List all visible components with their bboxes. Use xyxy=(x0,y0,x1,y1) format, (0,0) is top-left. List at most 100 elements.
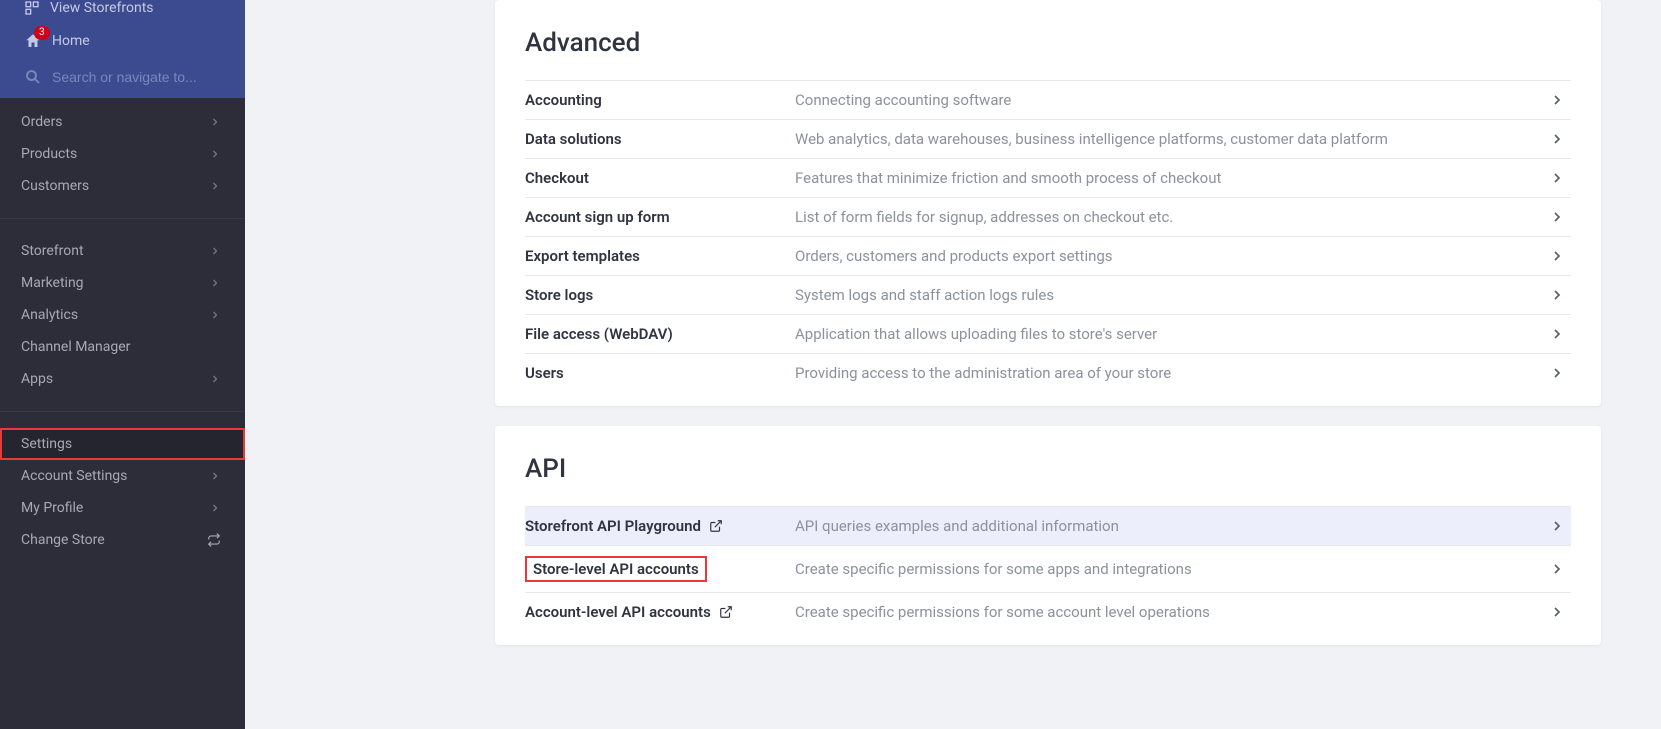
sidebar-item-storefront[interactable]: Storefront xyxy=(0,235,245,267)
chevron-right-icon xyxy=(209,309,221,321)
chevron-right-icon xyxy=(1543,365,1571,381)
settings-row[interactable]: Store logsSystem logs and staff action l… xyxy=(525,275,1571,314)
sidebar-item-label: Analytics xyxy=(21,307,78,323)
settings-row[interactable]: CheckoutFeatures that minimize friction … xyxy=(525,158,1571,197)
search-input[interactable] xyxy=(52,69,221,85)
row-description: Orders, customers and products export se… xyxy=(795,247,1543,265)
chevron-right-icon xyxy=(1543,326,1571,342)
search-row xyxy=(0,58,245,98)
settings-row[interactable]: File access (WebDAV)Application that all… xyxy=(525,314,1571,353)
settings-row[interactable]: Storefront API PlaygroundAPI queries exa… xyxy=(525,506,1571,545)
chevron-right-icon xyxy=(209,245,221,257)
row-label: Accounting xyxy=(525,91,795,109)
row-description: API queries examples and additional info… xyxy=(795,517,1543,535)
row-description: List of form fields for signup, addresse… xyxy=(795,208,1543,226)
row-label: File access (WebDAV) xyxy=(525,325,795,343)
sidebar-item-label: Orders xyxy=(21,114,63,130)
sidebar-item-products[interactable]: Products xyxy=(0,138,245,170)
chevron-right-icon xyxy=(209,470,221,482)
swap-icon xyxy=(207,533,221,547)
sidebar-item-settings[interactable]: Settings xyxy=(0,428,245,460)
sidebar-item-marketing[interactable]: Marketing xyxy=(0,267,245,299)
row-label: Data solutions xyxy=(525,130,795,148)
row-description: Application that allows uploading files … xyxy=(795,325,1543,343)
search-icon xyxy=(24,68,42,86)
external-link-icon xyxy=(709,519,723,533)
sidebar-item-account-settings[interactable]: Account Settings xyxy=(0,460,245,492)
sidebar: View Storefronts 3 Home Orders Products Cu… xyxy=(0,0,245,729)
sidebar-item-change-store[interactable]: Change Store xyxy=(0,524,245,556)
row-description: Create specific permissions for some app… xyxy=(795,560,1543,578)
sidebar-item-label: Settings xyxy=(21,436,72,452)
sidebar-item-customers[interactable]: Customers xyxy=(0,170,245,202)
settings-row[interactable]: UsersProviding access to the administrat… xyxy=(525,353,1571,392)
sidebar-item-label: Apps xyxy=(21,371,53,387)
row-label: Export templates xyxy=(525,247,795,265)
row-label: Users xyxy=(525,364,795,382)
sidebar-item-label: Storefront xyxy=(21,243,84,259)
chevron-right-icon xyxy=(1543,561,1571,577)
sidebar-item-label: Change Store xyxy=(21,532,105,548)
nav-group-1: Orders Products Customers xyxy=(0,98,245,210)
sidebar-item-channel-manager[interactable]: Channel Manager xyxy=(0,331,245,363)
chevron-right-icon xyxy=(1543,287,1571,303)
chevron-right-icon xyxy=(209,373,221,385)
home-icon: 3 xyxy=(24,32,42,50)
settings-row[interactable]: Account sign up formList of form fields … xyxy=(525,197,1571,236)
row-description: Web analytics, data warehouses, business… xyxy=(795,130,1543,148)
chevron-right-icon xyxy=(209,180,221,192)
sidebar-item-my-profile[interactable]: My Profile xyxy=(0,492,245,524)
external-link-icon xyxy=(719,605,733,619)
row-description: System logs and staff action logs rules xyxy=(795,286,1543,304)
sidebar-item-label: Account Settings xyxy=(21,468,127,484)
sidebar-item-analytics[interactable]: Analytics xyxy=(0,299,245,331)
row-label: Account sign up form xyxy=(525,208,795,226)
chevron-right-icon xyxy=(1543,248,1571,264)
sidebar-item-label: My Profile xyxy=(21,500,83,516)
chevron-right-icon xyxy=(1543,209,1571,225)
chevron-right-icon xyxy=(1543,92,1571,108)
api-card: API Storefront API PlaygroundAPI queries… xyxy=(495,426,1601,645)
row-description: Features that minimize friction and smoo… xyxy=(795,169,1543,187)
chevron-right-icon xyxy=(1543,131,1571,147)
sidebar-item-label: Channel Manager xyxy=(21,339,130,355)
api-heading: API xyxy=(525,426,1571,506)
sidebar-item-label: Marketing xyxy=(21,275,84,291)
sidebar-item-apps[interactable]: Apps xyxy=(0,363,245,395)
chevron-right-icon xyxy=(1543,518,1571,534)
sidebar-header: View Storefronts 3 Home xyxy=(0,0,245,98)
settings-row[interactable]: Account-level API accountsCreate specifi… xyxy=(525,592,1571,631)
row-label: Store logs xyxy=(525,286,795,304)
row-description: Connecting accounting software xyxy=(795,91,1543,109)
settings-row[interactable]: AccountingConnecting accounting software xyxy=(525,80,1571,119)
view-storefronts-label: View Storefronts xyxy=(50,0,154,16)
row-label: Store-level API accounts xyxy=(525,556,795,582)
chevron-right-icon xyxy=(209,148,221,160)
row-description: Create specific permissions for some acc… xyxy=(795,603,1543,621)
row-description: Providing access to the administration a… xyxy=(795,364,1543,382)
row-label: Checkout xyxy=(525,169,795,187)
home-label: Home xyxy=(52,33,90,49)
chevron-right-icon xyxy=(209,116,221,128)
advanced-heading: Advanced xyxy=(525,0,1571,80)
chevron-right-icon xyxy=(1543,170,1571,186)
chevron-right-icon xyxy=(209,502,221,514)
settings-row[interactable]: Data solutionsWeb analytics, data wareho… xyxy=(525,119,1571,158)
sidebar-item-label: Products xyxy=(21,146,77,162)
view-storefronts-link[interactable]: View Storefronts xyxy=(0,0,245,24)
divider xyxy=(0,218,245,219)
storefront-icon xyxy=(24,0,40,16)
home-link[interactable]: 3 Home xyxy=(0,24,245,58)
settings-row[interactable]: Export templatesOrders, customers and pr… xyxy=(525,236,1571,275)
sidebar-item-orders[interactable]: Orders xyxy=(0,106,245,138)
row-label: Storefront API Playground xyxy=(525,517,795,535)
nav-group-2: Storefront Marketing Analytics Channel Mana… xyxy=(0,227,245,403)
chevron-right-icon xyxy=(1543,604,1571,620)
chevron-right-icon xyxy=(209,277,221,289)
divider xyxy=(0,411,245,412)
notification-badge: 3 xyxy=(34,26,50,40)
sidebar-item-label: Customers xyxy=(21,178,89,194)
main-content: Advanced AccountingConnecting accounting… xyxy=(245,0,1661,729)
row-label: Account-level API accounts xyxy=(525,603,795,621)
settings-row[interactable]: Store-level API accountsCreate specific … xyxy=(525,545,1571,592)
